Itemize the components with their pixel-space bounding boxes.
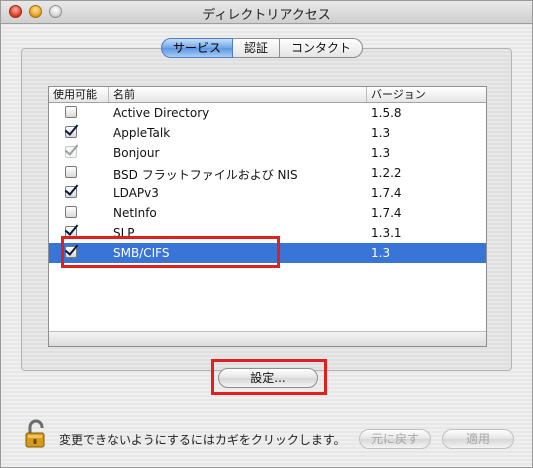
enable-checkbox[interactable] bbox=[65, 206, 77, 218]
table-row[interactable]: AppleTalk 1.3 bbox=[49, 123, 486, 143]
table-row[interactable]: Active Directory 1.5.8 bbox=[49, 103, 486, 123]
lock-hint-text: 変更できないようにするにはカギをクリックします。 bbox=[59, 433, 346, 447]
service-version: 1.3 bbox=[371, 126, 391, 140]
service-version: 1.3.1 bbox=[371, 226, 402, 240]
service-version: 1.3 bbox=[371, 246, 391, 260]
enable-checkbox[interactable] bbox=[65, 186, 77, 198]
enable-checkbox bbox=[65, 146, 77, 158]
apply-button[interactable]: 適用 bbox=[442, 429, 514, 449]
column-header-enabled[interactable]: 使用可能 bbox=[49, 87, 109, 102]
service-version: 1.7.4 bbox=[371, 206, 402, 220]
window-title: ディレクトリアクセス bbox=[202, 8, 331, 23]
table-row[interactable]: Bonjour 1.3 bbox=[49, 143, 486, 163]
title-bar[interactable]: ディレクトリアクセス bbox=[1, 1, 532, 24]
enable-checkbox[interactable] bbox=[65, 166, 77, 178]
service-name: Active Directory bbox=[113, 106, 210, 120]
table-row[interactable]: NetInfo 1.7.4 bbox=[49, 203, 486, 223]
table-header: 使用可能 名前 バージョン bbox=[49, 87, 486, 103]
service-name: BSD フラットファイルおよび NIS bbox=[113, 168, 298, 182]
padlock-open-icon[interactable] bbox=[25, 419, 49, 449]
services-table: 使用可能 名前 バージョン Active Directory 1.5.8 App… bbox=[48, 86, 487, 347]
service-version: 1.3 bbox=[371, 146, 391, 160]
service-version: 1.5.8 bbox=[371, 106, 402, 120]
tab-authentication[interactable]: 認証 bbox=[233, 38, 281, 58]
directory-access-window: ディレクトリアクセス サービス 認証 コンタクト 使用可能 名前 バージョン A… bbox=[0, 0, 533, 468]
highlight-box-selected-row bbox=[61, 236, 280, 268]
service-version: 1.7.4 bbox=[371, 186, 402, 200]
service-name: Bonjour bbox=[113, 146, 160, 160]
tab-services[interactable]: サービス bbox=[161, 38, 234, 58]
service-version: 1.2.2 bbox=[371, 166, 402, 180]
table-row[interactable]: LDAPv3 1.7.4 bbox=[49, 183, 486, 203]
column-header-name[interactable]: 名前 bbox=[109, 87, 367, 102]
service-name: AppleTalk bbox=[113, 126, 171, 140]
enable-checkbox[interactable] bbox=[65, 126, 77, 138]
highlight-box-configure-button bbox=[211, 359, 327, 395]
service-name: NetInfo bbox=[113, 206, 157, 220]
tab-bar: サービス 認証 コンタクト bbox=[161, 38, 364, 58]
tab-contacts[interactable]: コンタクト bbox=[280, 38, 364, 58]
service-name: LDAPv3 bbox=[113, 186, 159, 200]
revert-button[interactable]: 元に戻す bbox=[359, 429, 431, 449]
enable-checkbox[interactable] bbox=[65, 106, 77, 118]
horizontal-scrollbar[interactable] bbox=[49, 331, 486, 346]
table-row[interactable]: BSD フラットファイルおよび NIS 1.2.2 bbox=[49, 163, 486, 183]
column-header-version[interactable]: バージョン bbox=[367, 87, 486, 102]
